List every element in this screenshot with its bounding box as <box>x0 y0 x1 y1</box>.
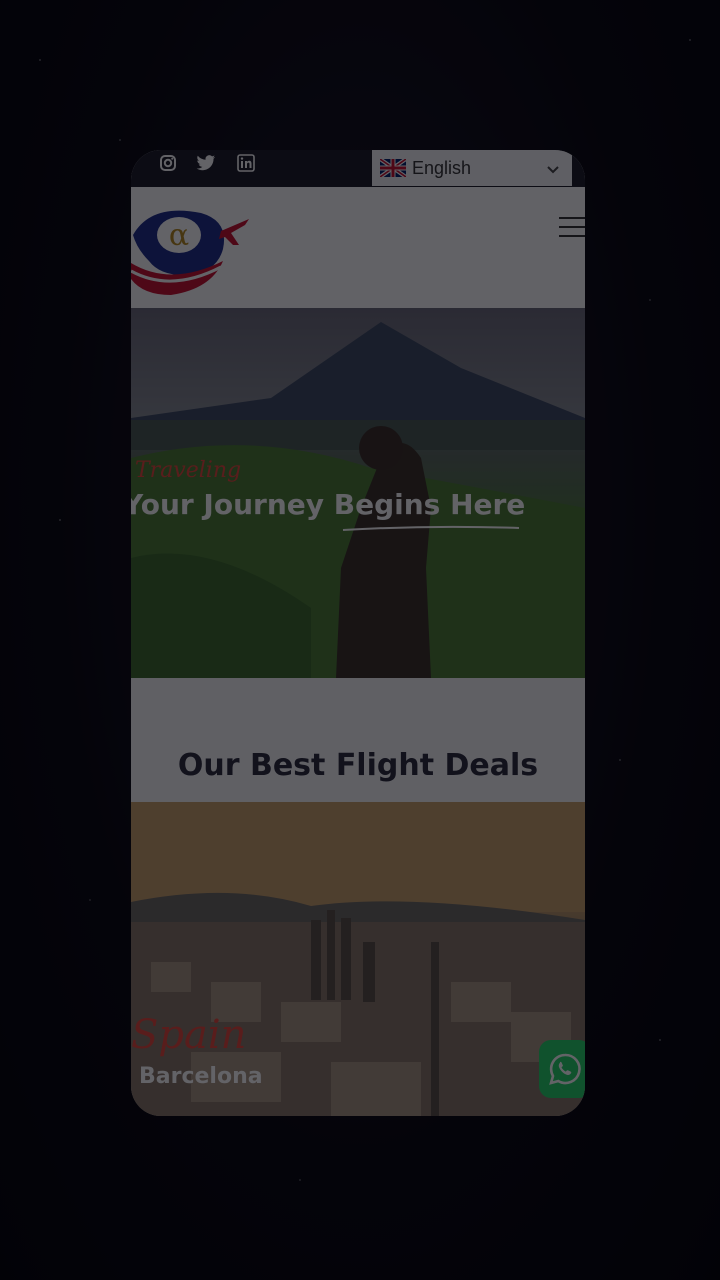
uk-flag-icon <box>380 159 406 177</box>
instagram-icon[interactable] <box>157 150 179 176</box>
destination-country: Spain <box>131 1012 247 1058</box>
hero-title: Your Journey Begins Here <box>131 488 526 521</box>
hero-banner: Traveling Your Journey Begins Here <box>131 308 585 678</box>
flight-deals-section: Our Best Flight Deals <box>131 678 585 802</box>
title-underline <box>342 525 520 531</box>
top-bar: English <box>131 150 585 187</box>
destination-card[interactable]: Spain Barcelona <box>131 802 585 1116</box>
twitter-icon[interactable] <box>195 150 217 176</box>
logo-letter: α <box>169 218 189 253</box>
hamburger-menu-icon[interactable] <box>559 217 585 244</box>
linkedin-icon[interactable] <box>235 150 257 176</box>
phone-mockup: English α Traveling Your Journey Begins … <box>131 150 585 1116</box>
section-title: Our Best Flight Deals <box>177 748 539 783</box>
site-header: α <box>131 187 585 308</box>
language-label: English <box>412 157 472 178</box>
chevron-down-icon <box>546 162 560 180</box>
destination-city: Barcelona <box>139 1064 263 1089</box>
whatsapp-icon <box>549 1053 581 1085</box>
brand-logo[interactable]: α <box>131 205 251 302</box>
language-selector[interactable]: English <box>372 150 572 186</box>
hero-script-label: Traveling <box>135 458 242 483</box>
whatsapp-chat-button[interactable] <box>539 1040 585 1098</box>
